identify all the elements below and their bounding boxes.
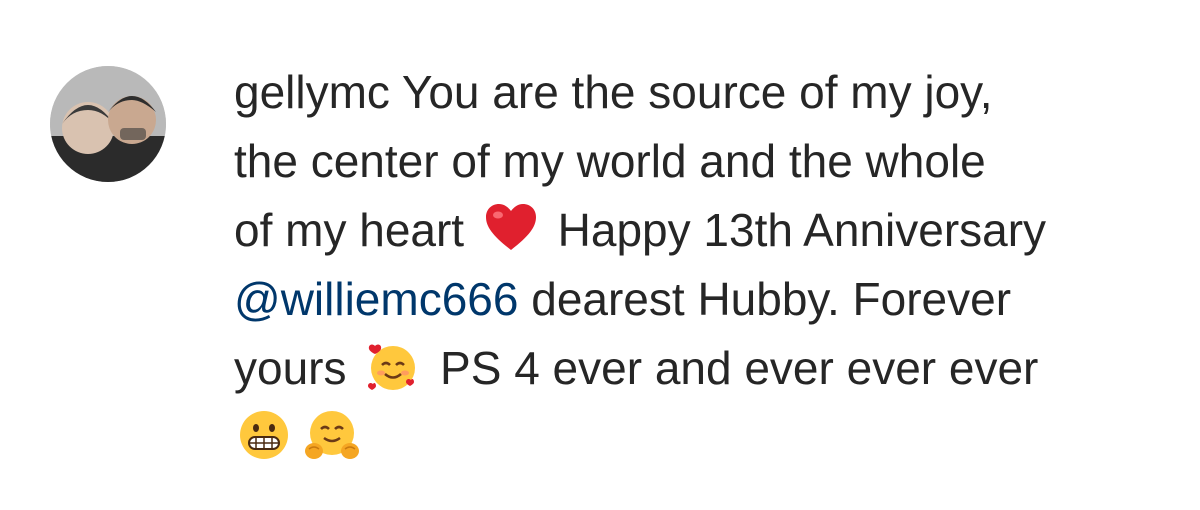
hugging-face-icon (304, 407, 360, 463)
comment-line-1: gellymc You are the source of my joy, (234, 58, 1184, 127)
comment-text-segment: PS 4 ever and ever ever ever (427, 342, 1039, 394)
comment-line-6 (234, 403, 1184, 472)
comment-text-segment: Happy 13th Anniversary (544, 204, 1047, 256)
comment-line-2: the center of my world and the whole (234, 127, 1184, 196)
comment-line-5: yours PS 4 ever and ever ever ever (234, 334, 1184, 403)
red-heart-icon (483, 200, 539, 256)
comment-line-3: of my heart Happy 13th Anniversary (234, 196, 1184, 265)
mention-link[interactable]: @williemc666 (234, 273, 518, 325)
comment-text-segment: You are the source of my joy, (389, 66, 993, 118)
comment-text-segment: yours (234, 342, 360, 394)
comment-text-segment: dearest Hubby. Forever (518, 273, 1012, 325)
avatar-photo (50, 66, 166, 182)
comment-text-segment: the center of my world and the whole (234, 135, 986, 187)
comment-container: gellymc You are the source of my joy, th… (0, 0, 1200, 510)
comment-text: gellymc You are the source of my joy, th… (234, 58, 1184, 472)
username-link[interactable]: gellymc (234, 66, 390, 118)
avatar[interactable] (50, 66, 166, 182)
comment-line-4: @williemc666 dearest Hubby. Forever (234, 265, 1184, 334)
smiling-face-with-hearts-icon (365, 338, 421, 394)
grimacing-face-icon (236, 407, 292, 463)
comment-text-segment: of my heart (234, 204, 477, 256)
